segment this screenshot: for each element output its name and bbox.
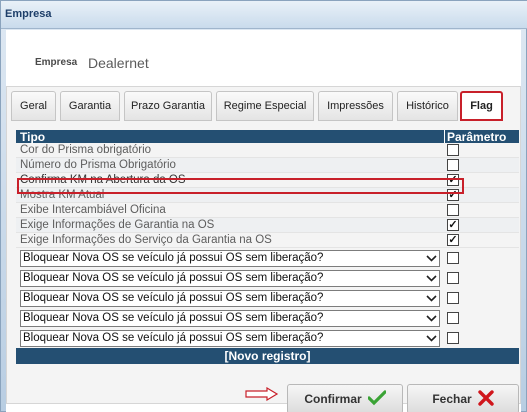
window-title: Empresa xyxy=(5,8,52,20)
table-row: Confirma KM na Abertura da OS ✓ xyxy=(16,173,519,188)
dialog-content: Empresa Dealernet Geral Garantia Prazo G… xyxy=(6,30,521,412)
tab-flag[interactable]: Flag xyxy=(460,91,503,121)
parametro-checkbox[interactable] xyxy=(447,252,459,264)
chevron-down-icon[interactable] xyxy=(424,252,438,265)
table-row: Número do Prisma Obrigatório xyxy=(16,158,519,173)
dropdown-row: Bloquear Nova OS se veículo já possui OS… xyxy=(16,268,519,288)
column-header-tipo: Tipo xyxy=(20,130,46,144)
tipo-select[interactable]: Bloquear Nova OS se veículo já possui OS… xyxy=(20,290,440,307)
tab-geral[interactable]: Geral xyxy=(11,91,56,121)
table-row: Mostra KM Atual ✓ xyxy=(16,188,519,203)
row-label: Exibe Intercambiável Oficina xyxy=(20,204,166,216)
row-label: Mostra KM Atual xyxy=(20,189,105,201)
flags-grid: Tipo Parâmetro Cor do Prisma obrigatório… xyxy=(16,130,519,364)
row-label: Exige Informações de Garantia na OS xyxy=(20,219,215,231)
select-value: Bloquear Nova OS se veículo já possui OS… xyxy=(23,312,324,324)
tipo-select[interactable]: Bloquear Nova OS se veículo já possui OS… xyxy=(20,310,440,327)
parametro-checkbox[interactable] xyxy=(447,292,459,304)
chevron-down-icon[interactable] xyxy=(424,332,438,345)
row-label: Número do Prisma Obrigatório xyxy=(20,159,176,171)
tipo-select[interactable]: Bloquear Nova OS se veículo já possui OS… xyxy=(20,270,440,287)
empresa-value: Dealernet xyxy=(88,55,149,71)
row-label: Exige Informações do Serviço da Garantia… xyxy=(20,234,272,246)
empresa-label: Empresa xyxy=(35,57,78,68)
tab-garantia[interactable]: Garantia xyxy=(60,91,120,121)
tipo-select[interactable]: Bloquear Nova OS se veículo já possui OS… xyxy=(20,330,440,347)
select-value: Bloquear Nova OS se veículo já possui OS… xyxy=(23,292,324,304)
dialog-window: Empresa Empresa Dealernet Geral Garantia… xyxy=(0,0,527,412)
parametro-checkbox[interactable] xyxy=(447,204,459,216)
tab-impressoes[interactable]: Impressões xyxy=(318,91,393,121)
empresa-header: Empresa Dealernet xyxy=(6,30,521,86)
row-label: Confirma KM na Abertura da OS xyxy=(20,174,186,186)
check-icon xyxy=(367,389,387,409)
chevron-down-icon[interactable] xyxy=(424,292,438,305)
column-header-parametro: Parâmetro xyxy=(444,130,506,144)
title-bar: Empresa xyxy=(1,1,527,29)
confirm-label: Confirmar xyxy=(304,392,362,406)
parametro-checkbox[interactable] xyxy=(447,272,459,284)
parametro-checkbox[interactable]: ✓ xyxy=(447,219,459,231)
close-label: Fechar xyxy=(432,392,472,406)
chevron-down-icon[interactable] xyxy=(424,272,438,285)
dropdown-row: Bloquear Nova OS se veículo já possui OS… xyxy=(16,328,519,348)
parametro-checkbox[interactable]: ✓ xyxy=(447,189,459,201)
dropdown-row: Bloquear Nova OS se veículo já possui OS… xyxy=(16,308,519,328)
table-row: Cor do Prisma obrigatório xyxy=(16,143,519,158)
parametro-checkbox[interactable]: ✓ xyxy=(447,234,459,246)
parametro-checkbox[interactable] xyxy=(447,312,459,324)
tipo-select[interactable]: Bloquear Nova OS se veículo já possui OS… xyxy=(20,250,440,267)
select-value: Bloquear Nova OS se veículo já possui OS… xyxy=(23,332,324,344)
parametro-checkbox[interactable]: ✓ xyxy=(447,174,459,186)
select-value: Bloquear Nova OS se veículo já possui OS… xyxy=(23,252,324,264)
tab-historico[interactable]: Histórico xyxy=(397,91,458,121)
parametro-checkbox[interactable] xyxy=(447,144,459,156)
confirm-button[interactable]: Confirmar xyxy=(287,384,403,412)
row-label: Cor do Prisma obrigatório xyxy=(20,144,152,156)
dropdown-row: Bloquear Nova OS se veículo já possui OS… xyxy=(16,248,519,268)
tab-prazo-garantia[interactable]: Prazo Garantia xyxy=(124,91,212,121)
select-value: Bloquear Nova OS se veículo já possui OS… xyxy=(23,272,324,284)
arrow-right-icon xyxy=(245,386,279,406)
table-row: Exibe Intercambiável Oficina xyxy=(16,203,519,218)
table-row: Exige Informações de Garantia na OS ✓ xyxy=(16,218,519,233)
table-row: Exige Informações do Serviço da Garantia… xyxy=(16,233,519,248)
parametro-checkbox[interactable] xyxy=(447,159,459,171)
tab-regime-especial[interactable]: Regime Especial xyxy=(216,91,314,121)
grid-header: Tipo Parâmetro xyxy=(16,130,519,144)
new-record-button[interactable]: [Novo registro] xyxy=(16,348,519,364)
x-icon xyxy=(477,389,494,409)
parametro-checkbox[interactable] xyxy=(447,332,459,344)
chevron-down-icon[interactable] xyxy=(424,312,438,325)
dropdown-row: Bloquear Nova OS se veículo já possui OS… xyxy=(16,288,519,308)
close-button[interactable]: Fechar xyxy=(407,384,519,412)
